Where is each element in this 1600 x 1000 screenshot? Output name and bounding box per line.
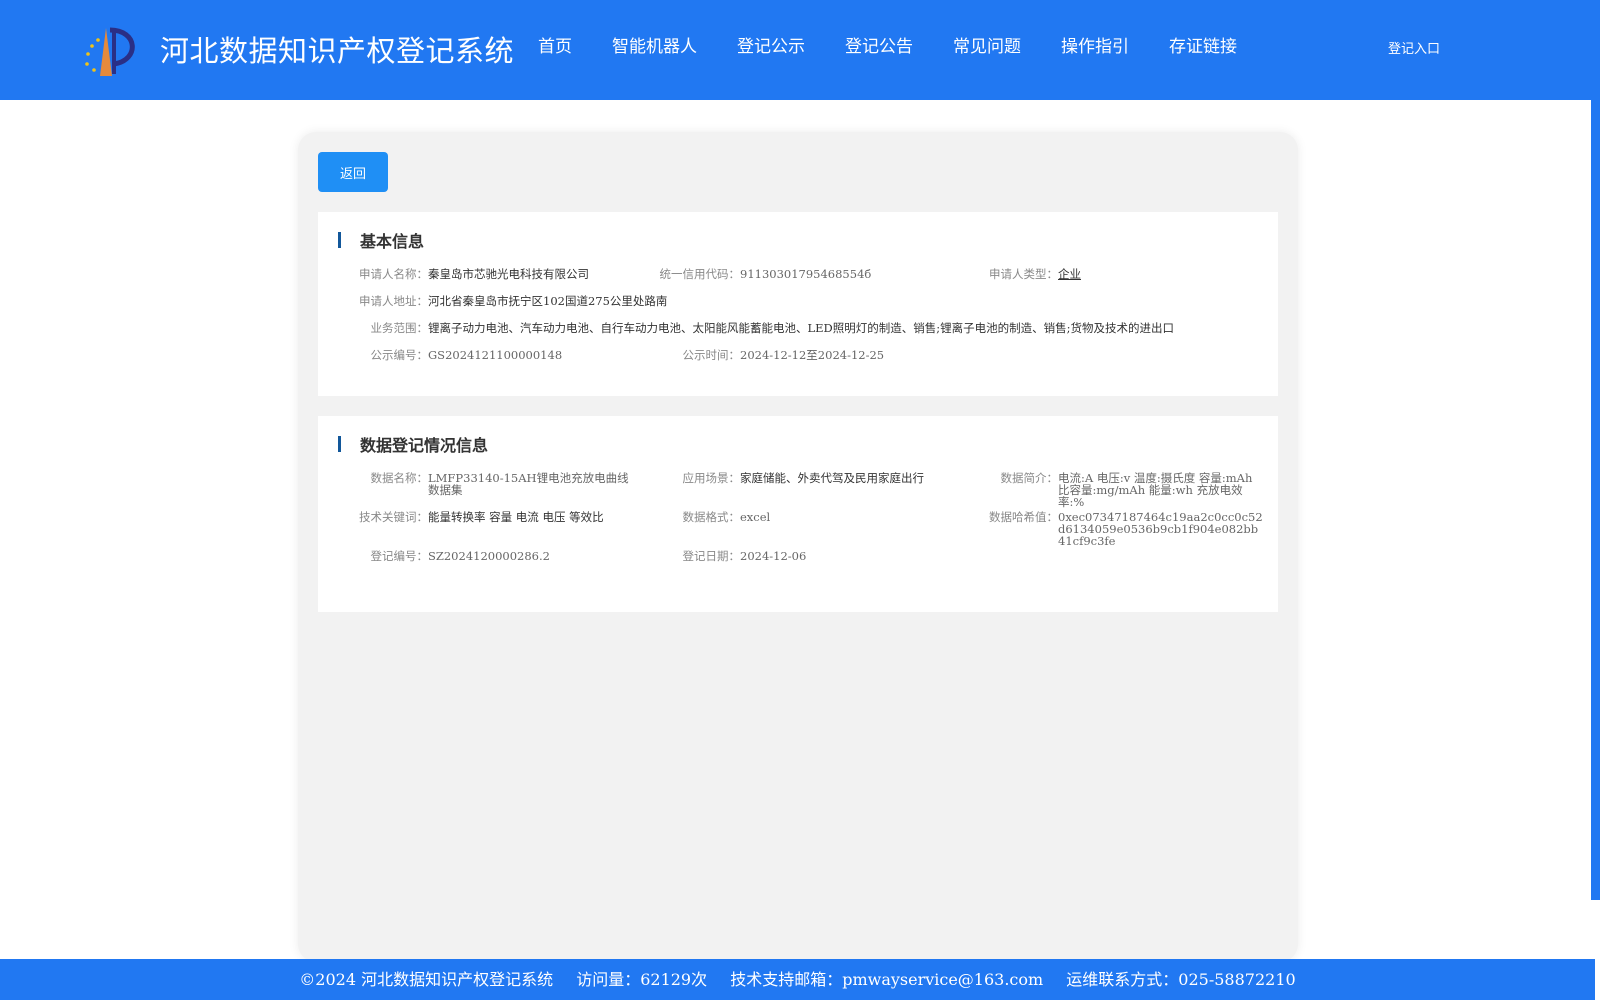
applicant-type-value: 企业 <box>1058 267 1081 281</box>
summary-label: 数据简介： <box>1000 471 1059 485</box>
notice-no-value: GS2024121100000148 <box>428 348 563 362</box>
footer-email: 技术支持邮箱：pmwayservice@163.com <box>730 970 1044 989</box>
nav-faq[interactable]: 常见问题 <box>953 0 1021 100</box>
notice-no-label: 公示编号： <box>370 348 429 362</box>
footer-copyright: ©2024 河北数据知识产权登记系统 <box>299 970 554 989</box>
reg-date-label: 登记日期： <box>682 549 741 563</box>
main-nav: 首页 智能机器人 登记公示 登记公告 常见问题 操作指引 存证链接 <box>538 0 1277 100</box>
scrollbar[interactable] <box>1591 100 1600 900</box>
applicant-name-label: 申请人名称： <box>359 267 428 281</box>
scope-label: 业务范围： <box>370 321 429 335</box>
detail-panel: 返回 基本信息 申请人名称： 秦皇岛市芯驰光电科技有限公司 统一信用代码： 91… <box>298 132 1298 962</box>
notice-time-value: 2024-12-12至2024-12-25 <box>740 348 885 362</box>
format-value: excel <box>740 510 771 524</box>
back-button[interactable]: 返回 <box>318 152 388 192</box>
scenario-label: 应用场景： <box>682 471 741 485</box>
nav-guide[interactable]: 操作指引 <box>1061 0 1129 100</box>
nav-home[interactable]: 首页 <box>538 0 572 100</box>
credit-code-label: 统一信用代码： <box>659 267 741 281</box>
notice-time-label: 公示时间： <box>682 348 741 362</box>
registration-info-title: 数据登记情况信息 <box>360 436 489 455</box>
reg-no-label: 登记编号： <box>370 549 429 563</box>
basic-info-card: 基本信息 申请人名称： 秦皇岛市芯驰光电科技有限公司 统一信用代码： 91130… <box>318 212 1278 396</box>
address-label: 申请人地址： <box>359 294 428 308</box>
hash-label: 数据哈希值： <box>989 510 1058 524</box>
basic-info-title: 基本信息 <box>360 232 425 251</box>
top-header: 河北数据知识产权登记系统 首页 智能机器人 登记公示 登记公告 常见问题 操作指… <box>0 0 1600 100</box>
hash-value: 0xec07347187464c19aa2c0cc0c52d6134059e05… <box>1058 510 1263 548</box>
reg-no-value: SZ2024120000286.2 <box>428 549 550 563</box>
applicant-name-value: 秦皇岛市芯驰光电科技有限公司 <box>428 267 589 281</box>
site-title: 河北数据知识产权登记系统 <box>160 34 515 68</box>
summary-value: 电流:A 电压:v 温度:摄氏度 容量:mAh 比容量:mg/mAh 能量:wh… <box>1058 471 1253 509</box>
keywords-value: 能量转换率 容量 电流 电压 等效比 <box>428 510 604 524</box>
page-footer: ©2024 河北数据知识产权登记系统 访问量：62129次 技术支持邮箱：pmw… <box>0 959 1595 1000</box>
reg-date-value: 2024-12-06 <box>740 549 807 563</box>
applicant-type-label: 申请人类型： <box>989 267 1058 281</box>
registration-info-card: 数据登记情况信息 数据名称： LMFP33140-15AH锂电池充放电曲线数据集… <box>318 416 1278 612</box>
logo-icon <box>85 27 135 76</box>
footer-phone: 运维联系方式：025-58872210 <box>1066 970 1296 989</box>
format-label: 数据格式： <box>682 510 741 524</box>
footer-visits: 访问量：62129次 <box>576 970 708 989</box>
nav-announcement[interactable]: 登记公告 <box>845 0 913 100</box>
keywords-label: 技术关键词： <box>359 510 428 524</box>
nav-public-notice[interactable]: 登记公示 <box>737 0 805 100</box>
section-accent-bar <box>338 232 341 248</box>
address-value: 河北省秦皇岛市抚宁区102国道275公里处路南 <box>428 294 668 308</box>
data-name-value: LMFP33140-15AH锂电池充放电曲线数据集 <box>428 471 629 497</box>
nav-robot[interactable]: 智能机器人 <box>612 0 697 100</box>
login-link[interactable]: 登记入口 <box>1388 38 1440 57</box>
scenario-value: 家庭储能、外卖代驾及民用家庭出行 <box>740 471 924 485</box>
data-name-label: 数据名称： <box>370 471 429 485</box>
nav-evidence-link[interactable]: 存证链接 <box>1169 0 1237 100</box>
scope-value: 锂离子动力电池、汽车动力电池、自行车动力电池、太阳能风能蓄能电池、LED照明灯的… <box>428 321 1174 335</box>
section-accent-bar <box>338 436 341 452</box>
credit-code-value: 91130301795468554б <box>740 267 872 281</box>
